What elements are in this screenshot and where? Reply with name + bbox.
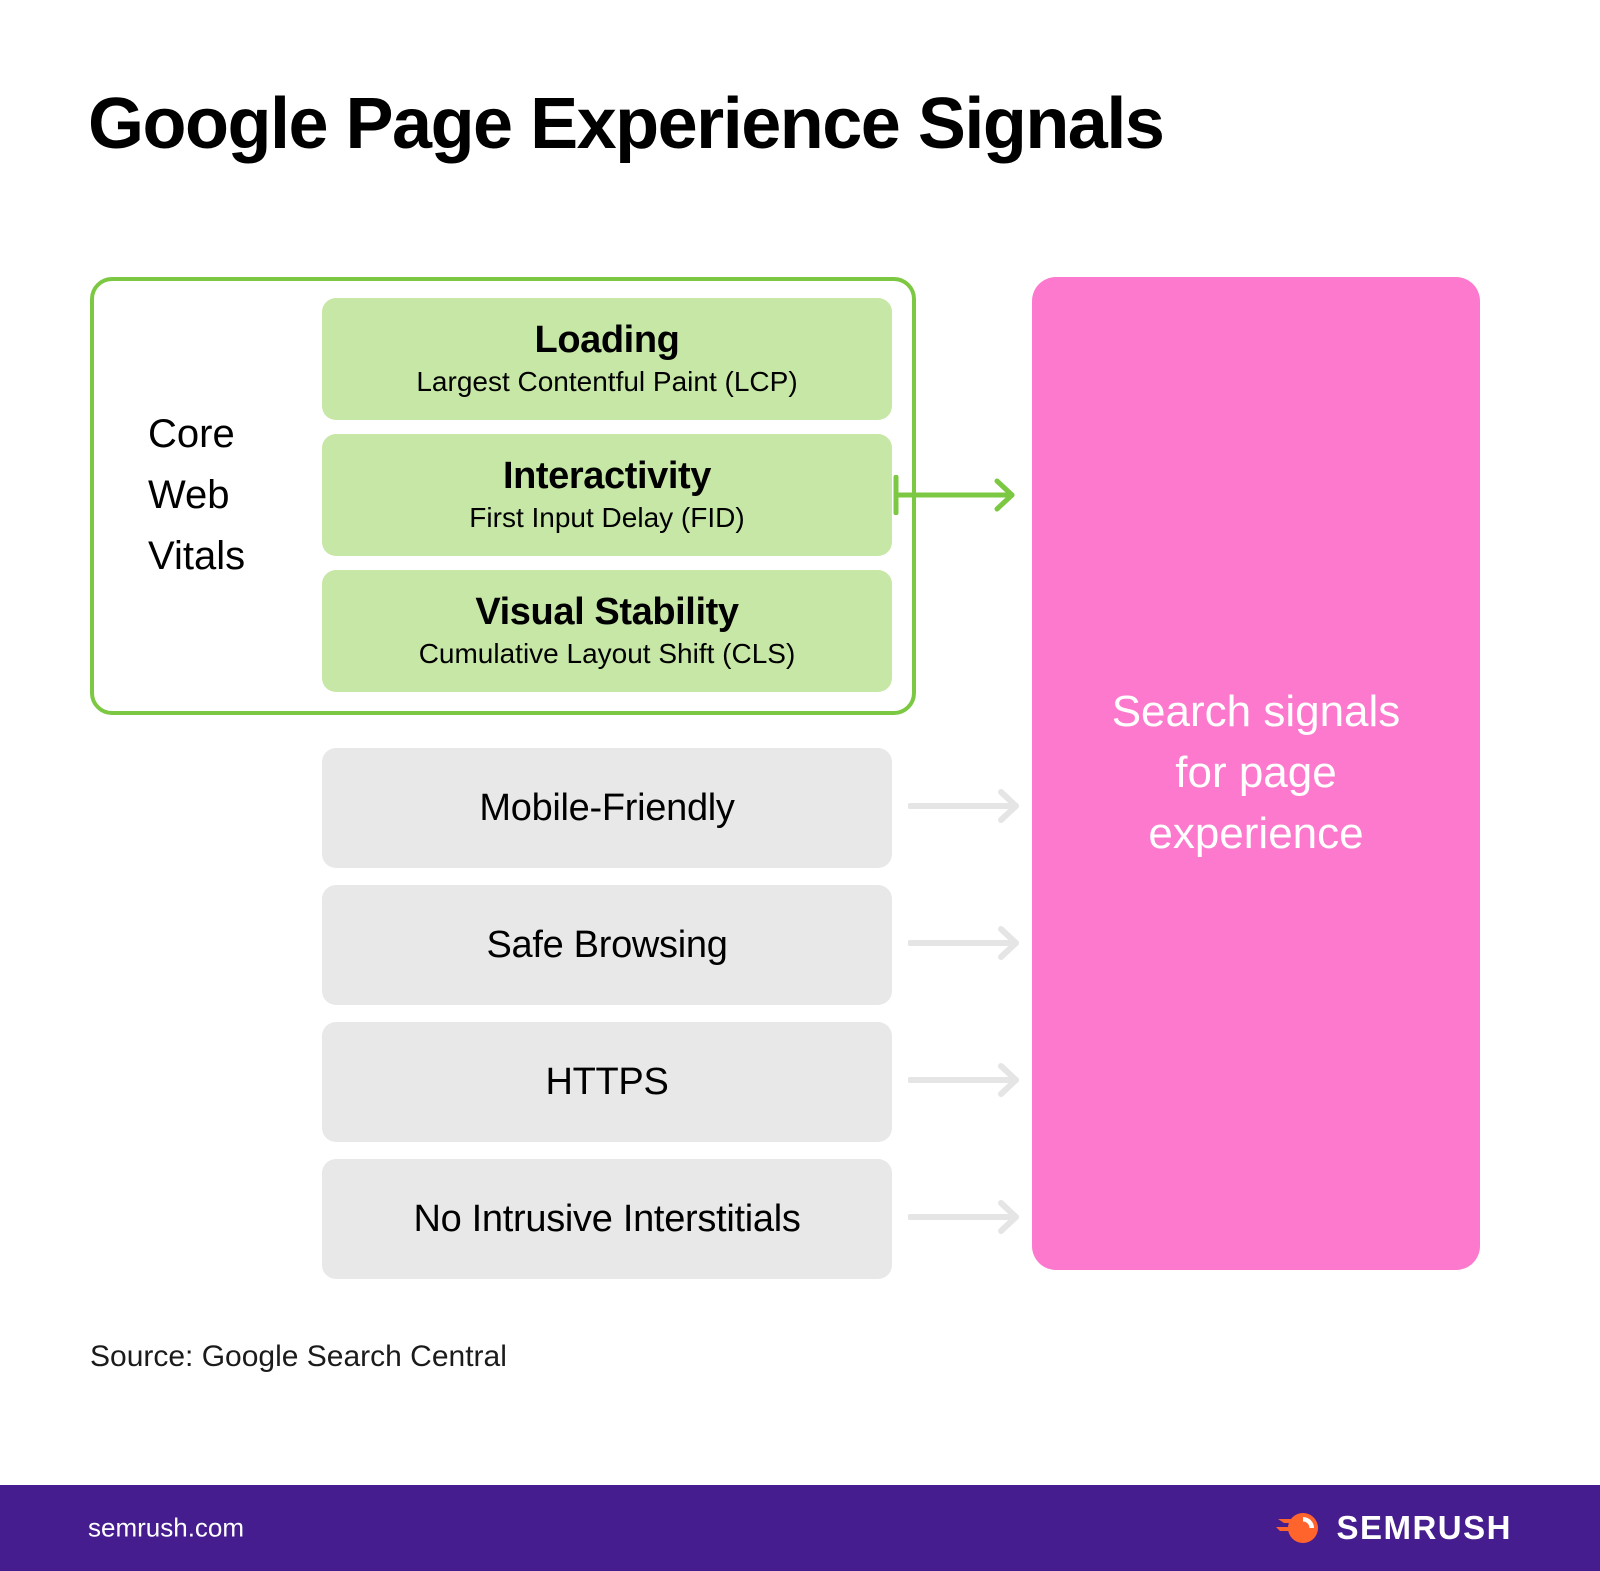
infographic-root: Google Page Experience Signals Core Web … <box>0 0 1600 1571</box>
metric-card-interactivity[interactable]: Interactivity First Input Delay (FID) <box>322 434 892 556</box>
arrow-core-web-vitals-icon <box>893 475 1015 515</box>
outcome-text: Search signals for page experience <box>1082 682 1431 864</box>
semrush-comet-icon <box>1276 1513 1319 1543</box>
signal-label: Safe Browsing <box>486 923 728 966</box>
arrow-safe-browsing-icon <box>908 926 1019 960</box>
semrush-wordmark: SEMRUSH <box>1336 1509 1512 1546</box>
outcome-text-line-3: experience <box>1148 808 1364 858</box>
core-web-vitals-label-line-2: Web <box>148 473 230 517</box>
signal-card-no-intrusive-interstitials[interactable]: No Intrusive Interstitials <box>322 1159 892 1279</box>
signal-card-mobile-friendly[interactable]: Mobile-Friendly <box>322 748 892 868</box>
core-web-vitals-label-line-3: Vitals <box>148 534 246 578</box>
metric-subtitle: Largest Contentful Paint (LCP) <box>416 366 798 398</box>
outcome-panel: Search signals for page experience <box>1032 277 1480 1270</box>
signal-label: No Intrusive Interstitials <box>413 1197 801 1240</box>
outcome-text-line-2: for page <box>1175 748 1337 798</box>
arrow-https-icon <box>908 1063 1019 1097</box>
arrow-mobile-friendly-icon <box>908 789 1019 823</box>
signal-label: Mobile-Friendly <box>479 786 735 829</box>
page-title: Google Page Experience Signals <box>88 84 1165 164</box>
core-web-vitals-label-line-1: Core <box>148 412 235 456</box>
metric-title: Interactivity <box>502 454 712 497</box>
core-web-vitals-group-label: Core Web Vitals <box>148 404 318 587</box>
metric-title: Visual Stability <box>475 590 739 633</box>
metric-card-visual-stability[interactable]: Visual Stability Cumulative Layout Shift… <box>322 570 892 692</box>
footer-url[interactable]: semrush.com <box>88 1513 244 1544</box>
metric-subtitle: Cumulative Layout Shift (CLS) <box>418 638 796 670</box>
metric-subtitle: First Input Delay (FID) <box>469 502 745 534</box>
outcome-text-line-1: Search signals <box>1111 687 1401 737</box>
metric-title: Loading <box>534 318 680 361</box>
source-note: Source: Google Search Central <box>90 1340 507 1373</box>
semrush-logo[interactable]: SEMRUSH <box>1276 1508 1512 1548</box>
footer-bar: semrush.com SEMRUSH <box>0 1485 1600 1571</box>
metric-card-loading[interactable]: Loading Largest Contentful Paint (LCP) <box>322 298 892 420</box>
signal-label: HTTPS <box>545 1060 669 1103</box>
signal-card-https[interactable]: HTTPS <box>322 1022 892 1142</box>
signal-card-safe-browsing[interactable]: Safe Browsing <box>322 885 892 1005</box>
arrow-no-intrusive-interstitials-icon <box>908 1200 1019 1234</box>
